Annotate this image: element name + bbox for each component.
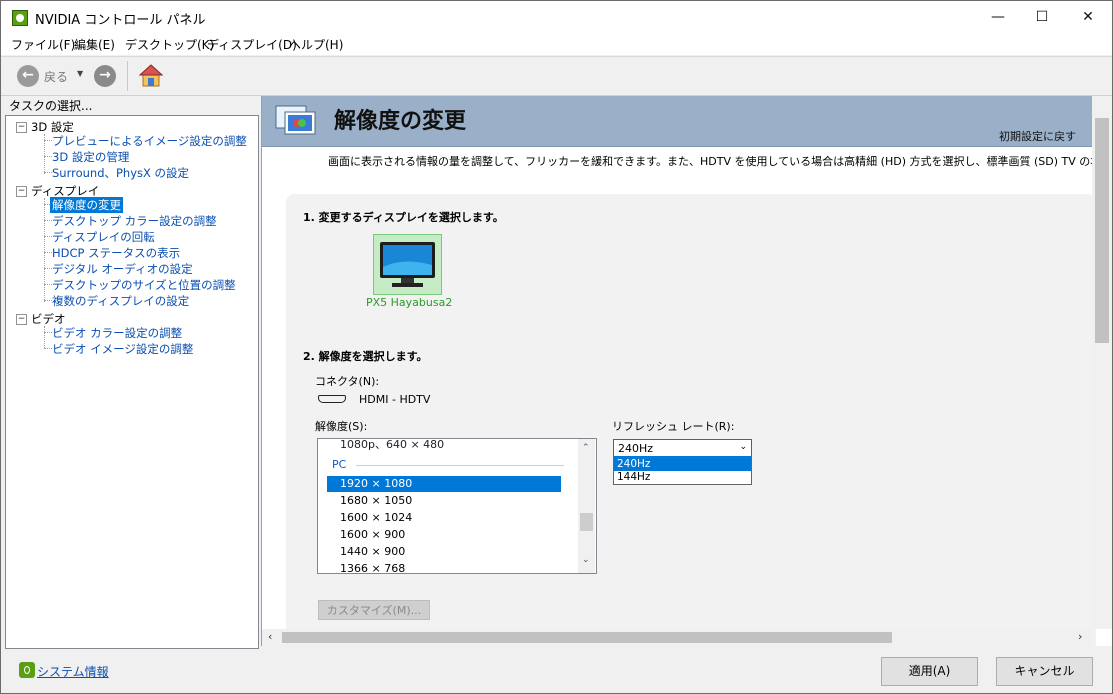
tree-line — [44, 268, 52, 269]
refresh-rate-value: 240Hz — [618, 442, 654, 455]
tree-item-video-image[interactable]: ビデオ イメージ設定の調整 — [52, 341, 193, 357]
display-name[interactable]: PX5 Hayabusa2 — [366, 296, 452, 309]
scroll-thumb[interactable] — [1095, 118, 1109, 343]
menu-file[interactable]: ファイル(F) — [11, 36, 75, 53]
home-icon[interactable] — [138, 63, 164, 89]
tree-item-preview-image[interactable]: プレビューによるイメージ設定の調整 — [52, 133, 247, 149]
back-arrow-icon[interactable]: ← — [17, 65, 39, 87]
scroll-down-icon[interactable]: ⌄ — [582, 555, 590, 565]
back-label[interactable]: 戻る — [44, 68, 68, 85]
maximize-button[interactable]: ☐ — [1019, 1, 1065, 33]
history-dropdown-icon[interactable]: ▼ — [77, 69, 83, 78]
dropdown-option[interactable]: 144Hz — [614, 471, 751, 484]
page-banner: 解像度の変更 初期設定に戻す — [262, 96, 1092, 147]
restore-defaults-link[interactable]: 初期設定に戻す — [999, 128, 1076, 144]
system-info-link[interactable]: システム情報 — [37, 663, 109, 680]
customize-button[interactable]: カスタマイズ(M)... — [318, 600, 430, 620]
tree-item-desktop-color[interactable]: デスクトップ カラー設定の調整 — [52, 213, 217, 229]
menu-help[interactable]: ヘルプ(H) — [289, 36, 343, 53]
apply-button[interactable]: 適用(A) — [881, 657, 978, 686]
tree-item-surround-physx[interactable]: Surround、PhysX の設定 — [52, 165, 189, 181]
tree-line — [44, 348, 52, 349]
tree-item-change-resolution[interactable]: 解像度の変更 — [50, 197, 123, 213]
minimize-button[interactable]: — — [975, 1, 1021, 33]
title-bar: NVIDIA コントロール パネル — ☐ ✕ — [1, 1, 1112, 33]
system-info-icon[interactable] — [19, 662, 35, 678]
dropdown-option[interactable]: 240Hz — [614, 458, 751, 471]
task-selection-label: タスクの選択... — [9, 99, 93, 113]
tree-line — [44, 156, 52, 157]
refresh-rate-select[interactable]: 240Hz ⌄ — [613, 439, 752, 457]
toolbar-separator — [127, 61, 128, 91]
tree-item-manage-3d[interactable]: 3D 設定の管理 — [52, 149, 129, 165]
menu-bar: ファイル(F) 編集(E) デスクトップ(K) ディスプレイ(D) ヘルプ(H) — [1, 33, 1112, 55]
collapse-icon[interactable]: − — [16, 314, 27, 325]
tree-item-digital-audio[interactable]: デジタル オーディオの設定 — [52, 261, 193, 277]
tree-item-video-color[interactable]: ビデオ カラー設定の調整 — [52, 325, 182, 341]
tree-item-rotate-display[interactable]: ディスプレイの回転 — [52, 229, 155, 245]
tree-line — [44, 140, 52, 141]
list-item-selected[interactable]: 1920 × 1080 — [340, 477, 412, 490]
scroll-thumb[interactable] — [282, 632, 892, 643]
tree-line — [44, 172, 52, 173]
cancel-button[interactable]: キャンセル — [996, 657, 1093, 686]
content-pane: 解像度の変更 初期設定に戻す 画面に表示される情報の量を調整して、フリッカーを緩… — [261, 96, 1113, 646]
display-tile[interactable] — [373, 234, 442, 295]
tree-line — [44, 284, 52, 285]
list-group-header: PC — [332, 458, 347, 471]
tree-line — [44, 332, 52, 333]
tree-item-desktop-size-position[interactable]: デスクトップのサイズと位置の調整 — [52, 277, 236, 293]
tree-item-hdcp-status[interactable]: HDCP ステータスの表示 — [52, 245, 180, 261]
scroll-right-icon[interactable]: › — [1078, 630, 1082, 643]
task-tree: − 3D 設定 プレビューによるイメージ設定の調整 3D 設定の管理 Surro… — [5, 115, 259, 649]
tree-line — [44, 252, 52, 253]
list-item[interactable]: 1600 × 1024 — [340, 511, 412, 524]
section-select-resolution: 2. 解像度を選択します。 — [303, 350, 428, 363]
connector-label: コネクタ(N): — [315, 375, 380, 388]
scroll-left-icon[interactable]: ‹ — [268, 630, 272, 643]
content-vertical-scrollbar[interactable] — [1092, 96, 1112, 629]
tree-line — [44, 326, 45, 348]
collapse-icon[interactable]: − — [16, 122, 27, 133]
page-title: 解像度の変更 — [334, 109, 467, 134]
list-item[interactable]: 1440 × 900 — [340, 545, 405, 558]
list-item[interactable]: 1080p、640 × 480 — [340, 439, 444, 452]
menu-edit[interactable]: 編集(E) — [74, 36, 115, 53]
menu-desktop[interactable]: デスクトップ(K) — [125, 36, 214, 53]
menu-display[interactable]: ディスプレイ(D) — [207, 36, 297, 53]
close-button[interactable]: ✕ — [1065, 1, 1111, 33]
connector-value: HDMI - HDTV — [359, 393, 431, 406]
forward-arrow-icon[interactable]: → — [94, 65, 116, 87]
tree-line — [44, 220, 52, 221]
scroll-thumb[interactable] — [580, 513, 593, 531]
list-scrollbar[interactable]: ⌃ ⌄ — [578, 439, 595, 573]
window-title: NVIDIA コントロール パネル — [35, 13, 206, 28]
tree-line — [44, 300, 52, 301]
monitor-icon — [380, 242, 435, 287]
refresh-rate-label: リフレッシュ レート(R): — [612, 420, 735, 433]
hdmi-connector-icon — [318, 395, 346, 403]
tree-item-multiple-displays[interactable]: 複数のディスプレイの設定 — [52, 293, 189, 309]
toolbar: ← 戻る ▼ → — [1, 56, 1112, 96]
list-item[interactable]: 1366 × 768 — [340, 562, 405, 573]
resolution-list[interactable]: 1080p、640 × 480 PC 1920 × 1080 1680 × 10… — [317, 438, 597, 574]
tree-line — [44, 236, 52, 237]
refresh-rate-dropdown[interactable]: 240Hz 144Hz — [613, 457, 752, 485]
content-horizontal-scrollbar[interactable]: ‹ › — [262, 629, 1092, 646]
list-item[interactable]: 1600 × 900 — [340, 528, 405, 541]
group-divider — [356, 465, 564, 466]
nvidia-control-panel-window: NVIDIA コントロール パネル — ☐ ✕ ファイル(F) 編集(E) デス… — [0, 0, 1113, 694]
scroll-up-icon[interactable]: ⌃ — [582, 443, 590, 453]
page-description: 画面に表示される情報の量を調整して、フリッカーを緩和できます。また、HDTV を… — [328, 155, 1113, 168]
chevron-down-icon[interactable]: ⌄ — [739, 442, 747, 452]
resolution-label: 解像度(S): — [315, 420, 368, 433]
section-select-display: 1. 変更するディスプレイを選択します。 — [303, 211, 504, 224]
display-settings-icon — [275, 105, 316, 135]
list-item[interactable]: 1680 × 1050 — [340, 494, 412, 507]
tree-line — [44, 198, 45, 302]
nvidia-logo-icon — [12, 10, 28, 26]
collapse-icon[interactable]: − — [16, 186, 27, 197]
